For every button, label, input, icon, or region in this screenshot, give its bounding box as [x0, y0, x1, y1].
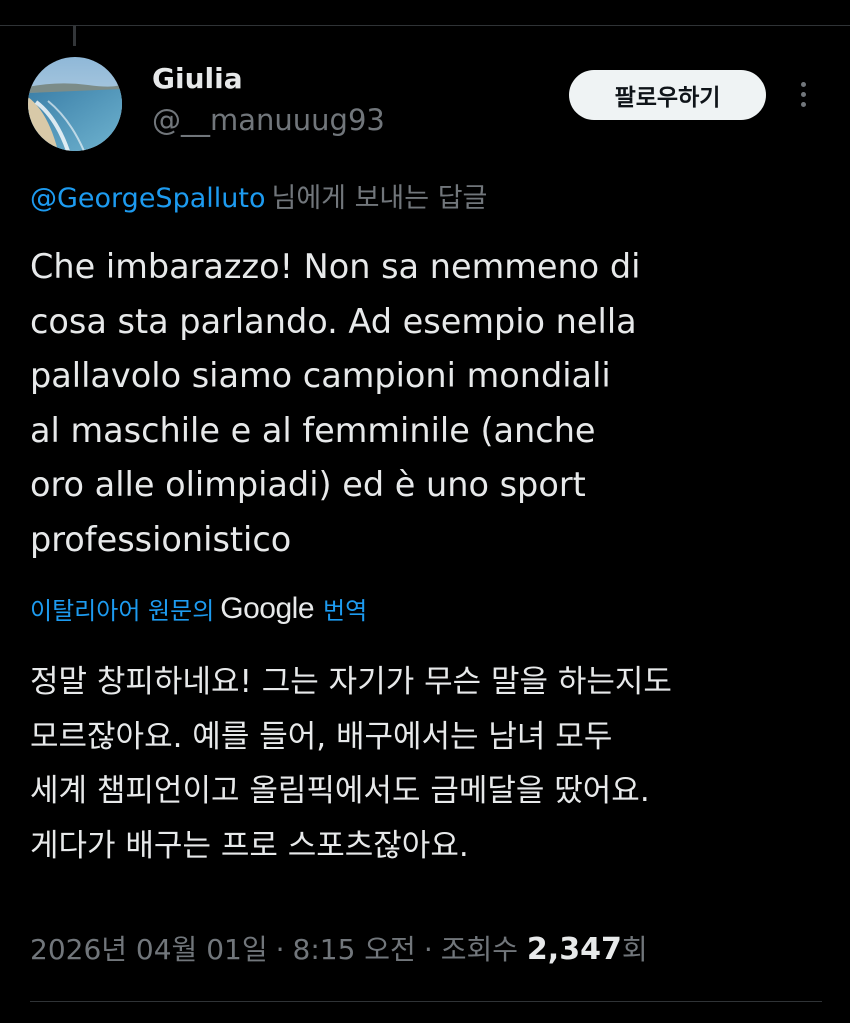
thread-connector-line — [73, 26, 76, 46]
tweet-text-line: oro alle olimpiadi) ed è uno sport — [30, 465, 586, 504]
tweet-time[interactable]: 8:15 오전 — [293, 933, 416, 966]
more-dot — [800, 81, 806, 87]
translated-text: 정말 창피하네요! 그는 자기가 무슨 말을 하는지도 모르잖아요. 예를 들어… — [30, 655, 830, 873]
translated-text-line: 모르잖아요. 예를 들어, 배구에서는 남녀 모두 — [30, 718, 613, 755]
translated-text-line: 세계 챔피언이고 올림픽에서도 금메달을 땄어요. — [30, 773, 650, 809]
beach-photo-avatar-icon — [28, 57, 122, 151]
more-dot — [800, 91, 806, 97]
follow-button[interactable]: 팔로우하기 — [569, 70, 766, 120]
translated-text-line: 정말 창피하네요! 그는 자기가 무슨 말을 하는지도 — [30, 664, 672, 700]
display-name[interactable]: Giulia — [152, 62, 243, 95]
avatar[interactable] — [28, 57, 122, 151]
tweet-metadata: 2026년 04월 01일 · 8:15 오전 · 조회수 2,347회 — [30, 928, 648, 968]
user-handle[interactable]: @__manuuug93 — [152, 103, 385, 137]
reply-suffix: 님에게 보내는 답글 — [271, 183, 488, 214]
reply-context: @GeorgeSpalluto 님에게 보내는 답글 — [30, 176, 487, 215]
google-logo: Google — [220, 591, 315, 625]
tweet-text-line: Che imbarazzo! Non sa nemmeno di — [30, 247, 641, 286]
more-dot — [800, 101, 806, 107]
views-unit: 회 — [621, 933, 648, 966]
tweet-text-line: cosa sta parlando. Ad esempio nella — [30, 301, 637, 341]
translated-text-line: 게다가 배구는 프로 스포츠잖아요. — [30, 827, 469, 864]
reply-mention-link[interactable]: @GeorgeSpalluto — [30, 183, 265, 214]
translation-label: 번역 — [323, 597, 368, 625]
tweet-text-line: professionistico — [30, 519, 292, 559]
separator-dot: · — [275, 933, 285, 966]
tweet-text: Che imbarazzo! Non sa nemmeno di cosa st… — [30, 240, 830, 567]
tweet-text-line: al maschile e al femminile (anche — [30, 410, 596, 450]
translation-source-label: 이탈리아어 원문의 — [30, 597, 215, 625]
more-options-icon[interactable] — [788, 74, 818, 114]
bottom-divider — [30, 1001, 822, 1002]
translation-attribution[interactable]: 이탈리아어 원문의 Google 번역 — [30, 591, 367, 626]
top-divider — [0, 25, 850, 26]
views-count: 2,347 — [526, 932, 622, 967]
tweet-date[interactable]: 2026년 04월 01일 — [30, 933, 268, 966]
views-label: 조회수 — [440, 933, 519, 966]
tweet-text-line: pallavolo siamo campioni mondiali — [30, 356, 611, 395]
separator-dot: · — [423, 933, 433, 966]
